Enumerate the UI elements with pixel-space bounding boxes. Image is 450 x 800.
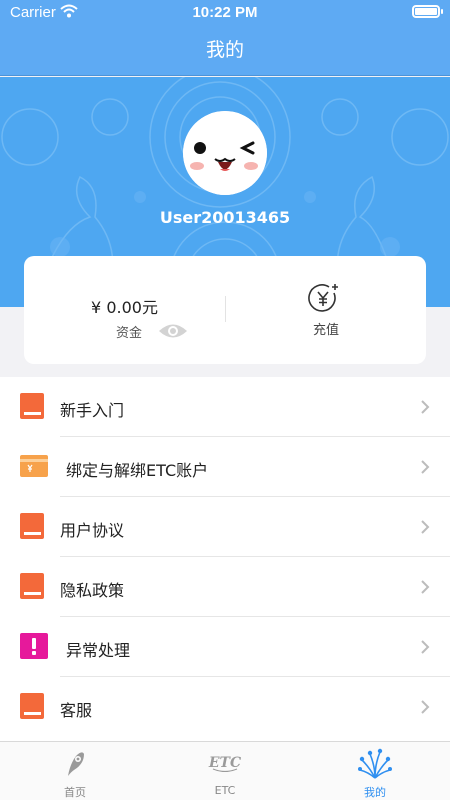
winking-face-icon [183, 111, 267, 195]
username: User20013465 [159, 208, 291, 227]
tab-label: 首页 [64, 786, 86, 799]
clock: 10:22 PM [192, 4, 258, 21]
menu-item-label: 异常处理 [66, 641, 131, 660]
book-icon [20, 513, 44, 539]
feather-icon [68, 752, 84, 776]
tab-label: 我的 [364, 786, 386, 799]
menu-item-label: 新手入门 [60, 401, 125, 420]
chevron-right-icon [421, 700, 430, 714]
tab-bar: 首页 ETC ETC 我的 [0, 741, 450, 800]
card-icon [20, 455, 48, 477]
tab-label: ETC [214, 784, 236, 797]
menu-item-customer-service[interactable]: 客服 [0, 677, 450, 737]
tab-mine[interactable]: 我的 [300, 742, 450, 800]
chevron-right-icon [421, 520, 430, 534]
book-icon [20, 393, 44, 419]
book-icon [20, 573, 44, 599]
nav-bar: 我的 [0, 24, 450, 76]
battery-icon [412, 5, 443, 18]
recharge-yuan-icon[interactable] [308, 283, 340, 313]
menu-item-label: 用户协议 [60, 521, 125, 540]
chevron-right-icon [421, 400, 430, 414]
eye-icon[interactable] [158, 322, 188, 340]
chevron-right-icon [421, 580, 430, 594]
menu-item-privacy-policy[interactable]: 隐私政策 [0, 557, 450, 617]
chevron-right-icon [421, 640, 430, 654]
svg-text:ETC: ETC [208, 755, 241, 771]
book-icon [20, 693, 44, 719]
menu-item-label: 隐私政策 [60, 581, 125, 600]
menu-list: 新手入门 绑定与解绑ETC账户 用户协议 隐私政策 异常处理 客服 [0, 377, 450, 741]
fund-label: 资金 [116, 326, 143, 341]
etc-icon: ETC [208, 755, 241, 772]
menu-item-exception-handling[interactable]: 异常处理 [0, 617, 450, 677]
fountain-icon [358, 748, 392, 779]
balance-amount: ¥ 0.00元 [91, 298, 158, 317]
chevron-right-icon [421, 460, 430, 474]
menu-item-beginner-guide[interactable]: 新手入门 [0, 377, 450, 437]
avatar[interactable] [183, 111, 267, 195]
menu-item-label: 绑定与解绑ETC账户 [66, 461, 209, 480]
menu-item-label: 客服 [60, 701, 93, 720]
menu-item-bind-etc-account[interactable]: 绑定与解绑ETC账户 [0, 437, 450, 497]
page-title: 我的 [205, 39, 244, 61]
wallet-card: ¥ 0.00元 资金 充值 [24, 256, 426, 364]
menu-item-user-agreement[interactable]: 用户协议 [0, 497, 450, 557]
tab-etc[interactable]: ETC ETC [150, 742, 300, 800]
tab-home[interactable]: 首页 [0, 742, 150, 800]
status-bar: Carrier 10:22 PM [0, 0, 450, 24]
recharge-label[interactable]: 充值 [226, 319, 426, 338]
alert-icon [20, 633, 48, 659]
